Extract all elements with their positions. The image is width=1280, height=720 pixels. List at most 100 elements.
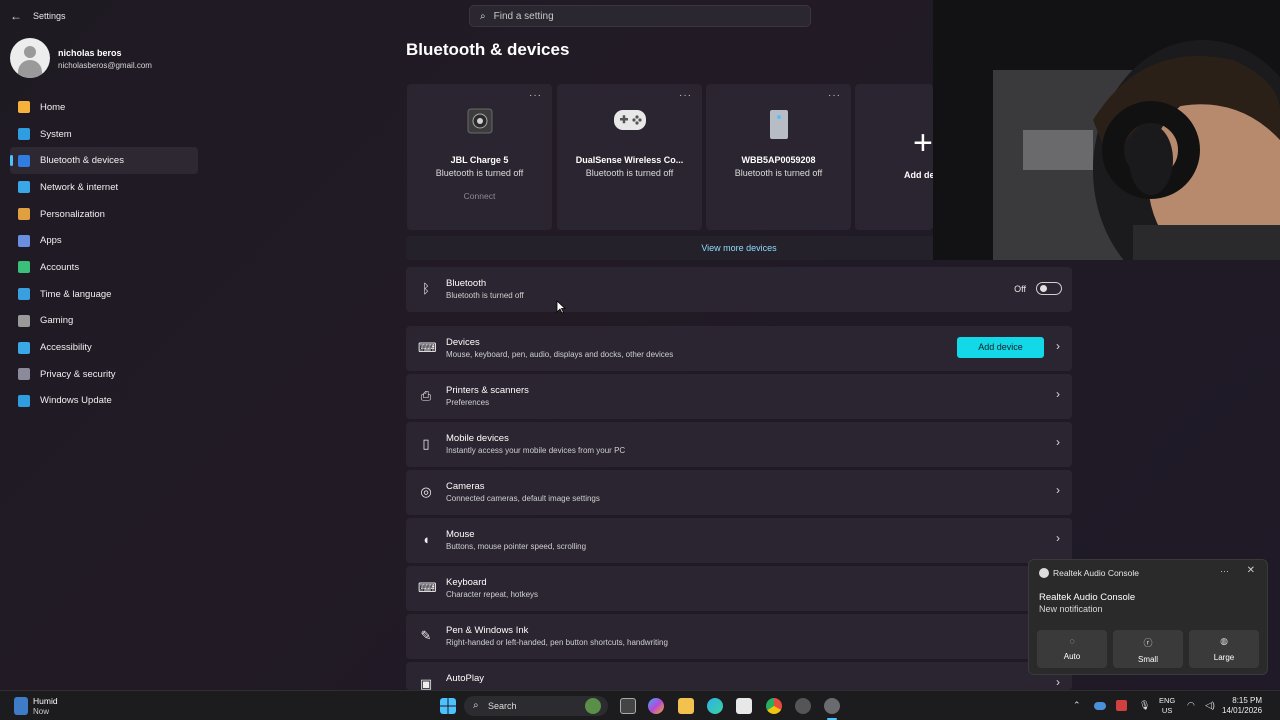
- file-explorer-icon[interactable]: [678, 698, 694, 714]
- weather-icon[interactable]: [14, 697, 28, 715]
- sidebar-item-windows-update[interactable]: Windows Update: [10, 388, 198, 415]
- sidebar-item-personalization[interactable]: Personalization: [10, 201, 198, 228]
- bluetooth-icon: [18, 154, 30, 167]
- sidebar-item-label: Time & language: [40, 288, 112, 300]
- row-title: Devices: [446, 337, 480, 348]
- device-card-wbb[interactable]: ··· WBB5AP0059208 Bluetooth is turned of…: [706, 84, 851, 230]
- add-device-button[interactable]: Add device: [957, 337, 1044, 358]
- phone-icon: ▯: [422, 436, 430, 451]
- settings-gear-icon[interactable]: [824, 698, 840, 714]
- sidebar-item-system[interactable]: System: [10, 121, 198, 148]
- sidebar-item-time-language[interactable]: Time & language: [10, 281, 198, 308]
- settings-row-pen-windows-ink[interactable]: ✎ Pen & Windows Ink Right-handed or left-h…: [406, 614, 1072, 659]
- toggle-state-label: Off: [1014, 284, 1026, 294]
- clock[interactable]: 8:15 PM 14/01/2026: [1222, 696, 1262, 716]
- row-title: Pen & Windows Ink: [446, 625, 529, 636]
- webcam-overlay: [933, 0, 1280, 260]
- device-status: Bluetooth is turned off: [734, 168, 823, 178]
- sidebar-item-home[interactable]: Home: [10, 94, 198, 121]
- notification-toast[interactable]: Realtek Audio Console ··· ✕ Realtek Audi…: [1028, 559, 1268, 675]
- accessibility-icon: [18, 341, 30, 354]
- row-title: Mouse: [446, 529, 475, 540]
- device-name: DualSense Wireless Co...: [575, 155, 684, 165]
- notification-title: Realtek Audio Console: [1039, 592, 1136, 603]
- realtek-icon: [1039, 568, 1049, 578]
- device-card-dualsense[interactable]: ··· DualSense Wireless Co... Bluetooth i…: [557, 84, 702, 230]
- settings-row-mouse[interactable]: ◖ Mouse Buttons, mouse pointer speed, scro…: [406, 518, 1072, 563]
- back-button[interactable]: ←: [8, 8, 24, 24]
- notification-button-large[interactable]: ◍ Large: [1189, 630, 1259, 668]
- wifi-icon[interactable]: ◠: [1187, 700, 1195, 711]
- settings-row-mobile-devices[interactable]: ▯ Mobile devices Instantly access your mob…: [406, 422, 1072, 467]
- row-title: AutoPlay: [446, 673, 485, 684]
- task-view-icon[interactable]: [620, 698, 636, 714]
- sidebar-item-label: Apps: [40, 235, 62, 247]
- sidebar-item-label: Privacy & security: [40, 368, 116, 380]
- device-card-jbl[interactable]: ··· JBL Charge 5 Bluetooth is turned off…: [407, 84, 552, 230]
- weather-label[interactable]: Humid: [33, 696, 58, 706]
- row-title: Cameras: [446, 481, 485, 492]
- more-options-icon[interactable]: ···: [828, 90, 841, 101]
- row-subtitle: Character repeat, hotkeys: [446, 590, 539, 599]
- windows-start-icon[interactable]: [440, 698, 456, 714]
- system-icon: [18, 128, 30, 141]
- more-options-icon[interactable]: ···: [679, 90, 692, 101]
- device-status: Bluetooth is turned off: [435, 168, 524, 178]
- settings-row-autoplay[interactable]: ▣ AutoPlay ›: [406, 662, 1072, 691]
- edge-icon[interactable]: [707, 698, 723, 714]
- notification-button-small[interactable]: ⓡ Small: [1113, 630, 1183, 668]
- row-title: Keyboard: [446, 577, 487, 588]
- tray-app-icon[interactable]: [1116, 700, 1127, 711]
- bluetooth-row[interactable]: ᛒ Bluetooth Bluetooth is turned off Off: [406, 267, 1072, 312]
- avatar[interactable]: [10, 38, 50, 78]
- copilot-icon[interactable]: [585, 698, 601, 714]
- onedrive-icon[interactable]: [1094, 702, 1106, 710]
- sidebar-item-accounts[interactable]: Accounts: [10, 254, 198, 281]
- sidebar-item-bluetooth-devices[interactable]: Bluetooth & devices: [10, 147, 198, 175]
- update-icon: [18, 394, 30, 407]
- close-icon[interactable]: ✕: [1247, 565, 1255, 576]
- small-icon: ⓡ: [1143, 638, 1153, 648]
- app-icon[interactable]: [795, 698, 811, 714]
- notification-button-auto[interactable]: ◌ Auto: [1037, 630, 1107, 668]
- accounts-icon: [18, 261, 30, 274]
- row-title: Bluetooth: [446, 278, 487, 289]
- row-subtitle: Buttons, mouse pointer speed, scrolling: [446, 542, 587, 551]
- settings-row-devices[interactable]: ⌨ Devices Mouse, keyboard, pen, audio, dis…: [406, 326, 1072, 371]
- sidebar-item-label: Gaming: [40, 315, 74, 327]
- search-placeholder: Find a setting: [493, 10, 554, 22]
- language-indicator[interactable]: ENG US: [1159, 696, 1175, 716]
- sidebar-item-apps[interactable]: Apps: [10, 227, 198, 254]
- store-icon[interactable]: [736, 698, 752, 714]
- weather-sub-label: Now: [33, 707, 50, 716]
- bluetooth-toggle[interactable]: [1036, 282, 1062, 295]
- add-device-card[interactable]: + Add de: [855, 84, 935, 230]
- speaker-icon: [467, 108, 492, 134]
- chevron-right-icon: ›: [1056, 675, 1060, 689]
- mouse-icon: ◖: [422, 532, 430, 547]
- large-icon: ◍: [1220, 636, 1228, 646]
- mouse-cursor-icon: [556, 300, 566, 314]
- camera-icon: ◎: [420, 484, 432, 499]
- microphone-icon[interactable]: 🎙︎: [1139, 700, 1150, 711]
- more-options-icon[interactable]: ···: [529, 90, 542, 101]
- sidebar-item-network-internet[interactable]: Network & internet: [10, 174, 198, 201]
- copilot-app-icon[interactable]: [648, 698, 664, 714]
- notification-more-icon[interactable]: ···: [1220, 566, 1229, 576]
- connect-button[interactable]: Connect: [407, 191, 552, 201]
- keyboard-icon: ⌨: [418, 580, 437, 595]
- settings-row-keyboard[interactable]: ⌨KeyboardCharacter repeat, hotkeys›: [406, 566, 1072, 611]
- sidebar-item-gaming[interactable]: Gaming: [10, 308, 198, 335]
- volume-icon[interactable]: ◁): [1205, 700, 1215, 711]
- chevron-right-icon: ›: [1056, 339, 1060, 353]
- apps-icon: [18, 234, 30, 247]
- sidebar-item-label: Home: [40, 101, 66, 113]
- settings-search-input[interactable]: ⌕ Find a setting: [469, 5, 811, 27]
- chevron-up-icon[interactable]: ⌃: [1073, 700, 1081, 711]
- chrome-icon[interactable]: [766, 698, 782, 714]
- settings-row-printers-scanners[interactable]: ⎙ Printers & scanners Preferences ›: [406, 374, 1072, 419]
- settings-row-cameras[interactable]: ◎ Cameras Connected cameras, default image…: [406, 470, 1072, 515]
- sidebar-item-label: Network & internet: [40, 181, 119, 193]
- sidebar-item-privacy-security[interactable]: Privacy & security: [10, 361, 198, 388]
- sidebar-item-accessibility[interactable]: Accessibility: [10, 334, 198, 361]
